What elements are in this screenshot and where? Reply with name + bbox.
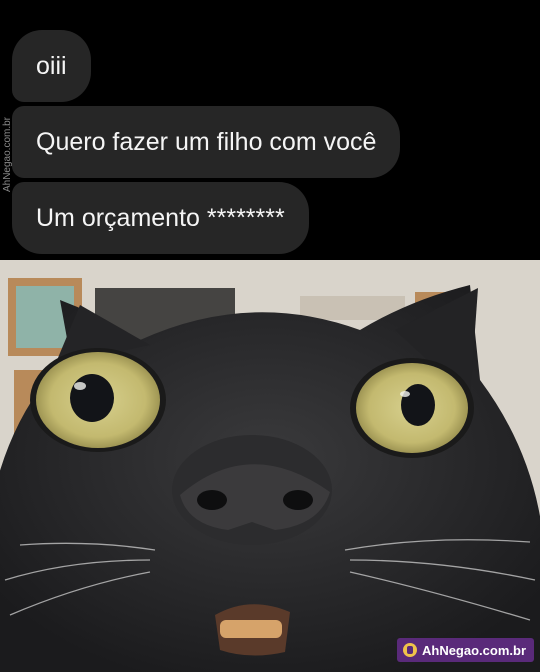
cat-photo: AhNegao.com.br (0, 260, 540, 672)
left-nostril (197, 490, 227, 510)
message-bubble-2[interactable]: Quero fazer um filho com você (12, 106, 401, 178)
right-nostril (283, 490, 313, 510)
right-eye-glint (400, 391, 410, 397)
left-pupil (70, 374, 114, 422)
message-bubble-3[interactable]: Um orçamento ******** (12, 182, 309, 254)
logo-icon (402, 643, 417, 657)
right-pupil (401, 384, 435, 426)
surprised-cat-illustration (0, 260, 540, 672)
message-text-1: oiii (36, 51, 67, 80)
message-text-3: Um orçamento ******** (36, 203, 285, 232)
chat-panel: oiii Quero fazer um filho com você Um or… (0, 0, 540, 260)
site-logo-badge[interactable]: AhNegao.com.br (396, 638, 534, 662)
cat-tongue-teeth (220, 620, 282, 638)
message-text-2: Quero fazer um filho com você (36, 127, 377, 156)
logo-text: AhNegao.com.br (421, 642, 526, 658)
message-bubble-1[interactable]: oiii (12, 30, 91, 102)
left-eye-glint (74, 382, 86, 390)
side-watermark-text: AhNegao.com.br (2, 116, 14, 192)
side-watermark: AhNegao.com.br (0, 98, 16, 210)
